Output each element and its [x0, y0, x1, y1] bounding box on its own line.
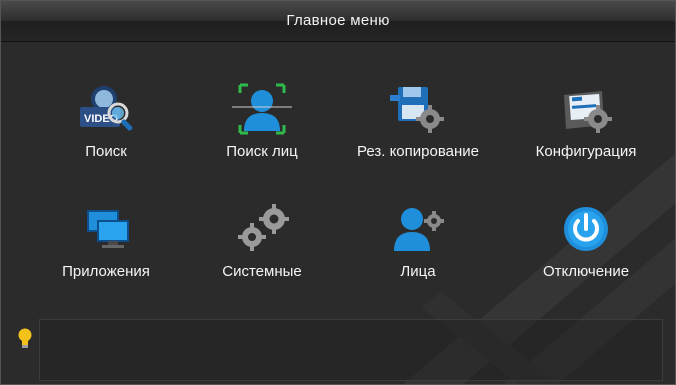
title-bar: Главное меню — [1, 1, 675, 42]
window-title: Главное меню — [286, 12, 390, 29]
menu-item-shutdown[interactable]: Отключение — [511, 201, 661, 301]
face-scan-icon — [232, 83, 292, 135]
gears-icon — [238, 204, 289, 251]
monitors-icon — [87, 210, 129, 248]
menu-item-search[interactable]: VIDEO Поиск — [31, 81, 181, 181]
menu-item-label: Конфигурация — [535, 143, 637, 160]
menu-item-label: Лица — [400, 263, 436, 280]
menu-item-faces[interactable]: Лица — [343, 201, 493, 301]
video-search-icon: VIDEO — [80, 86, 133, 131]
hint-box — [39, 319, 663, 381]
menu-item-applications[interactable]: Приложения — [31, 201, 181, 301]
menu-item-configuration[interactable]: Конфигурация — [511, 81, 661, 181]
backup-floppy-gear-icon — [390, 87, 444, 133]
lightbulb-icon — [18, 328, 32, 348]
menu-item-backup[interactable]: Рез. копирование — [343, 81, 493, 181]
user-gear-icon — [394, 208, 444, 251]
power-icon — [564, 207, 608, 251]
menu-item-face-search[interactable]: Поиск лиц — [187, 81, 337, 181]
menu-item-label: Рез. копирование — [357, 143, 479, 160]
menu-item-system[interactable]: Системные — [187, 201, 337, 301]
main-menu-window: Главное меню VIDEO Поиск Поиск лиц Рез. … — [0, 0, 676, 385]
menu-item-label: Отключение — [542, 263, 630, 280]
config-settings-gear-icon — [564, 91, 612, 133]
